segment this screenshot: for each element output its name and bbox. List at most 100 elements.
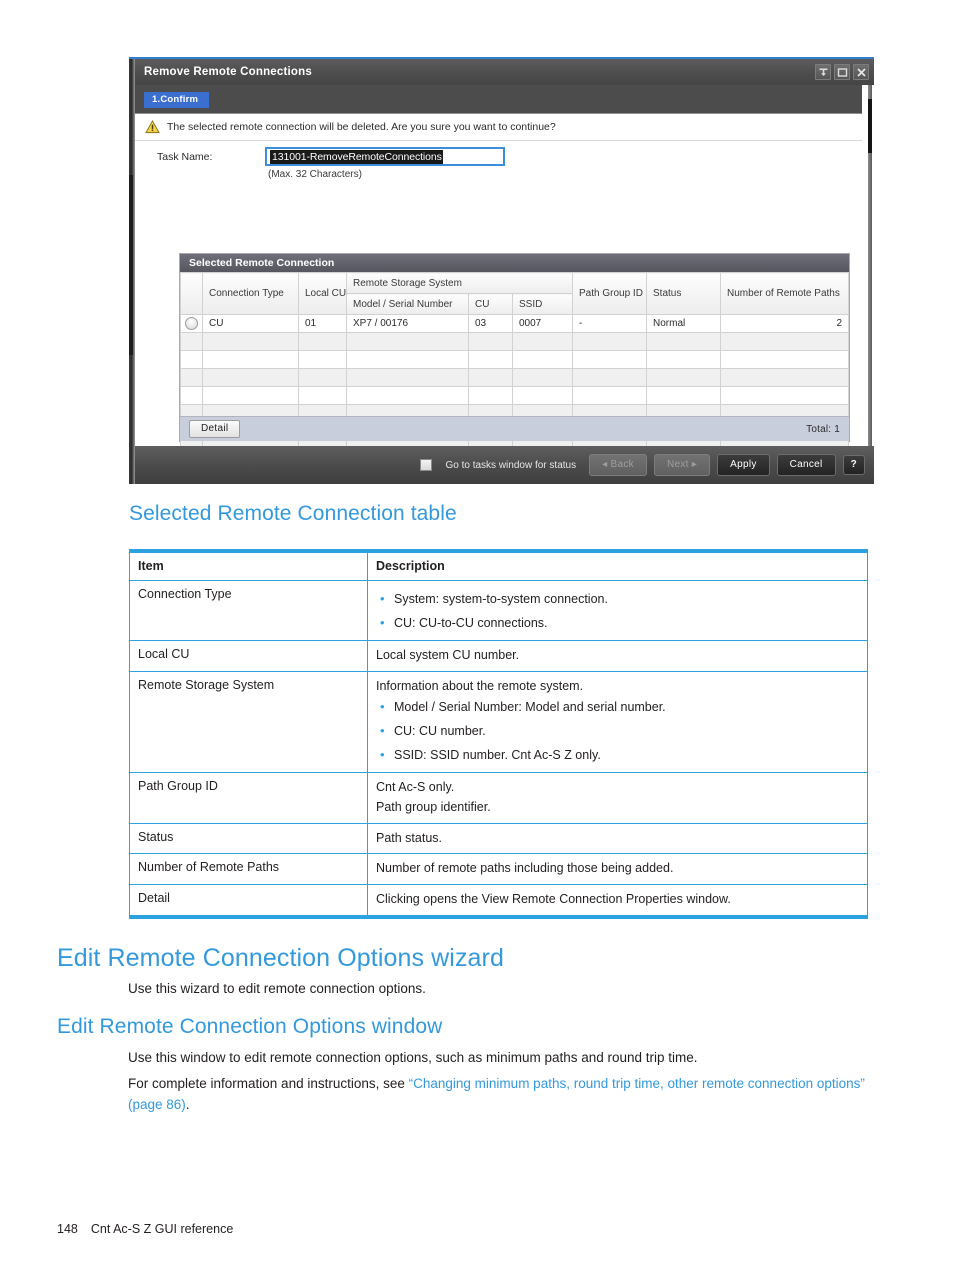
warning-icon — [145, 120, 160, 134]
doc-table-row: Local CU Local system CU number. — [129, 640, 868, 672]
doc-cell-description: Local system CU number. — [367, 640, 868, 672]
help-button[interactable]: ? — [842, 455, 865, 475]
doc-cell-description: Cnt Ac-S only. Path group identifier. — [367, 771, 868, 824]
row-radio-cell[interactable] — [180, 314, 203, 333]
doc-line: Number of remote paths including those b… — [376, 861, 674, 876]
dialog-body: The selected remote connection will be d… — [135, 113, 862, 459]
go-to-tasks-label: Go to tasks window for status — [445, 459, 577, 471]
doc-table-row: Connection Type System: system-to-system… — [129, 580, 868, 641]
selected-remote-connection-doc-table: Item Description Connection Type System:… — [129, 549, 868, 920]
doc-cell-description: Clicking opens the View Remote Connectio… — [367, 884, 868, 920]
grid-header-cu[interactable]: CU — [468, 293, 513, 315]
apply-button[interactable]: Apply — [717, 454, 770, 476]
doc-table-row: Number of Remote Paths Number of remote … — [129, 853, 868, 886]
cell-cu: 03 — [468, 314, 513, 333]
total-count: Total: 1 — [806, 423, 840, 435]
dialog-title: Remove Remote Connections — [144, 66, 312, 78]
pin-icon[interactable] — [815, 64, 831, 80]
gui-screenshot: Remove Remote Connections 1.Confirm The … — [129, 57, 874, 484]
back-button[interactable]: ◂ Back — [589, 454, 647, 476]
doc-header-item: Item — [129, 549, 368, 581]
doc-cell-description: Number of remote paths including those b… — [367, 853, 868, 886]
dialog-titlebar: Remove Remote Connections — [135, 59, 874, 85]
go-to-tasks-checkbox[interactable] — [420, 459, 433, 471]
grid-header-number-of-remote-paths[interactable]: Number of Remote Paths — [720, 272, 849, 315]
doc-cell-item: Status — [129, 822, 368, 855]
grid-header-remote-storage-system: Remote Storage System — [345, 272, 574, 294]
vertical-scrollbar[interactable] — [862, 85, 874, 446]
grid-header-local-cu[interactable]: Local CU — [298, 272, 347, 315]
close-icon[interactable] — [853, 64, 869, 80]
table-row[interactable]: CU 01 XP7 / 00176 03 0007 - Normal 2 — [180, 314, 849, 333]
cell-ssid: 0007 — [511, 314, 574, 333]
doc-table-body: Connection Type System: system-to-system… — [129, 580, 868, 920]
background-window-edge-dark — [129, 175, 133, 355]
list-item: SSID: SSID number. Cnt Ac-S Z only. — [380, 747, 859, 763]
maximize-icon[interactable] — [834, 64, 850, 80]
grid-header-status[interactable]: Status — [646, 272, 722, 315]
radio-icon[interactable] — [185, 317, 198, 330]
grid-header-ssid[interactable]: SSID — [511, 293, 574, 315]
task-name-value: 131001-RemoveRemoteConnections — [270, 149, 443, 164]
grid-header-path-group-id[interactable]: Path Group ID — [572, 272, 648, 315]
list-item: Model / Serial Number: Model and serial … — [380, 699, 859, 715]
grid-header-row-1: Connection Type Local CU Remote Storage … — [180, 272, 849, 315]
table-row-empty — [180, 332, 849, 351]
doc-cell-item: Connection Type — [129, 580, 368, 641]
doc-cell-description: System: system-to-system connection. CU:… — [367, 580, 868, 641]
list-item: CU: CU-to-CU connections. — [380, 615, 859, 631]
warning-message: The selected remote connection will be d… — [167, 121, 556, 133]
task-name-label: Task Name: — [157, 150, 213, 163]
doc-cell-description: Information about the remote system. Mod… — [367, 670, 868, 773]
grid-header-model-serial[interactable]: Model / Serial Number — [346, 293, 469, 315]
cell-local-cu: 01 — [298, 314, 347, 333]
doc-line: Cnt Ac-S only. — [376, 779, 455, 794]
doc-header-description: Description — [367, 549, 868, 581]
doc-cell-item: Local CU — [129, 640, 368, 672]
doc-cell-item: Path Group ID — [129, 771, 368, 824]
window-paragraph: Use this window to edit remote connectio… — [128, 1050, 698, 1065]
doc-cell-item: Remote Storage System — [129, 670, 368, 773]
grid-select-col-header — [180, 272, 203, 315]
panel-footer: Detail Total: 1 — [180, 416, 849, 441]
doc-table-row: Path Group ID Cnt Ac-S only. Path group … — [129, 771, 868, 824]
scrollbar-thumb[interactable] — [868, 99, 872, 153]
doc-cell-description: Path status. — [367, 822, 868, 855]
doc-cell-item: Number of Remote Paths — [129, 853, 368, 886]
doc-table-row: Remote Storage System Information about … — [129, 670, 868, 773]
window-paragraph-2-suffix: . — [185, 1096, 190, 1112]
doc-line: Clicking opens the View Remote Connectio… — [376, 892, 731, 907]
cell-connection-type: CU — [202, 314, 299, 333]
next-button[interactable]: Next ▸ — [653, 454, 711, 476]
doc-line: Local system CU number. — [376, 648, 520, 662]
page-number: 148 — [57, 1222, 78, 1236]
tab-confirm[interactable]: 1.Confirm — [144, 92, 210, 108]
detail-button[interactable]: Detail — [189, 420, 241, 438]
warning-row: The selected remote connection will be d… — [135, 114, 862, 141]
cell-status: Normal — [646, 314, 722, 333]
list-item: System: system-to-system connection. — [380, 591, 859, 607]
window-paragraph-2: For complete information and instruction… — [128, 1074, 873, 1116]
titlebar-buttons — [815, 64, 874, 80]
selected-remote-connection-table-heading: Selected Remote Connection table — [129, 502, 457, 525]
list-item: CU: CU number. — [380, 723, 859, 739]
back-button-label: Back — [610, 459, 634, 470]
cell-model-serial: XP7 / 00176 — [346, 314, 469, 333]
selected-remote-connection-panel: Selected Remote Connection Connection Ty… — [179, 253, 850, 459]
table-row-empty — [180, 386, 849, 405]
wizard-paragraph: Use this wizard to edit remote connectio… — [128, 981, 426, 996]
page-footer-chapter: Cnt Ac-S Z GUI reference — [90, 1222, 234, 1236]
grid-header-connection-type[interactable]: Connection Type — [202, 272, 299, 315]
doc-cell-item: Detail — [129, 884, 368, 920]
bullet-list: Model / Serial Number: Model and serial … — [376, 699, 859, 763]
edit-remote-connection-options-wizard-heading: Edit Remote Connection Options wizard — [57, 944, 504, 972]
dialog-footer: Go to tasks window for status ◂ Back Nex… — [135, 446, 874, 484]
cancel-button[interactable]: Cancel — [776, 454, 836, 476]
next-button-label: Next — [666, 459, 689, 470]
doc-line: Information about the remote system. — [376, 678, 584, 693]
edit-remote-connection-options-window-heading: Edit Remote Connection Options window — [57, 1015, 443, 1038]
task-name-input[interactable]: 131001-RemoveRemoteConnections — [265, 147, 505, 166]
doc-line: Path status. — [376, 830, 443, 845]
task-name-row: Task Name: 131001-RemoveRemoteConnection… — [135, 141, 862, 166]
window-paragraph-2-prefix: For complete information and instruction… — [128, 1076, 409, 1091]
